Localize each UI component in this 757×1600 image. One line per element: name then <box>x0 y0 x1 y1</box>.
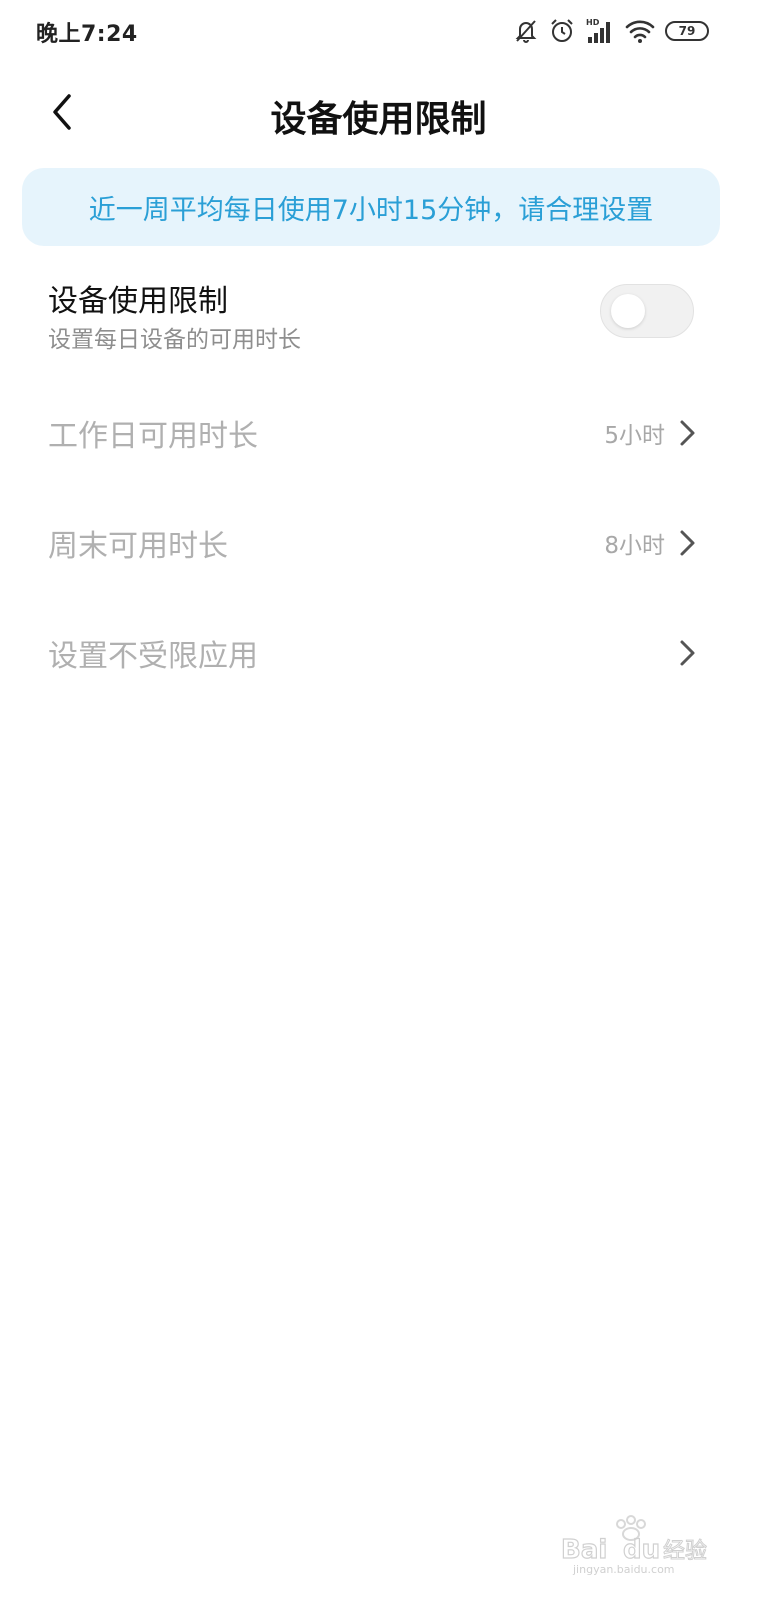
svg-text:du: du <box>623 1535 660 1565</box>
svg-text:经验: 经验 <box>663 1539 707 1564</box>
row-label: 周末可用时长 <box>48 529 228 564</box>
signal-icon: HD <box>585 17 615 45</box>
notifications-off-icon <box>513 18 539 44</box>
row-label: 工作日可用时长 <box>48 419 258 454</box>
row-value: 8小时 <box>604 533 665 559</box>
svg-text:Bai: Bai <box>561 1535 607 1565</box>
wifi-icon <box>625 18 655 44</box>
row-unrestricted-apps[interactable]: 设置不受限应用 <box>0 605 757 701</box>
alarm-icon <box>549 18 575 44</box>
toggle-knob <box>611 294 645 328</box>
usage-info-banner: 近一周平均每日使用7小时15分钟，请合理设置 <box>22 168 720 246</box>
status-icons: HD 79 <box>513 14 709 48</box>
device-limit-subtitle: 设置每日设备的可用时长 <box>48 327 301 353</box>
chevron-right-icon <box>680 420 695 446</box>
network-label: HD <box>586 18 600 27</box>
baidu-jingyan-watermark: Bai du 经验 jingyan.baidu.com <box>559 1512 709 1576</box>
usage-info-text: 近一周平均每日使用7小时15分钟，请合理设置 <box>88 194 654 226</box>
page-title: 设备使用限制 <box>270 99 487 140</box>
row-label: 设置不受限应用 <box>48 639 258 674</box>
chevron-right-icon <box>680 640 695 666</box>
row-weekend-duration[interactable]: 周末可用时长 8小时 <box>0 495 757 591</box>
row-weekday-duration[interactable]: 工作日可用时长 5小时 <box>0 385 757 481</box>
device-limit-toggle[interactable] <box>600 284 694 338</box>
status-bar: 晚上7:24 HD 79 <box>0 0 757 64</box>
row-value: 5小时 <box>604 423 665 449</box>
device-limit-title: 设备使用限制 <box>48 284 228 319</box>
header: 设备使用限制 <box>0 70 757 156</box>
status-time: 晚上7:24 <box>36 22 138 47</box>
battery-level: 79 <box>678 24 696 38</box>
device-limit-setting: 设备使用限制 设置每日设备的可用时长 <box>0 262 757 372</box>
chevron-right-icon <box>680 530 695 556</box>
battery-icon: 79 <box>665 21 709 41</box>
svg-text:jingyan.baidu.com: jingyan.baidu.com <box>572 1563 675 1576</box>
